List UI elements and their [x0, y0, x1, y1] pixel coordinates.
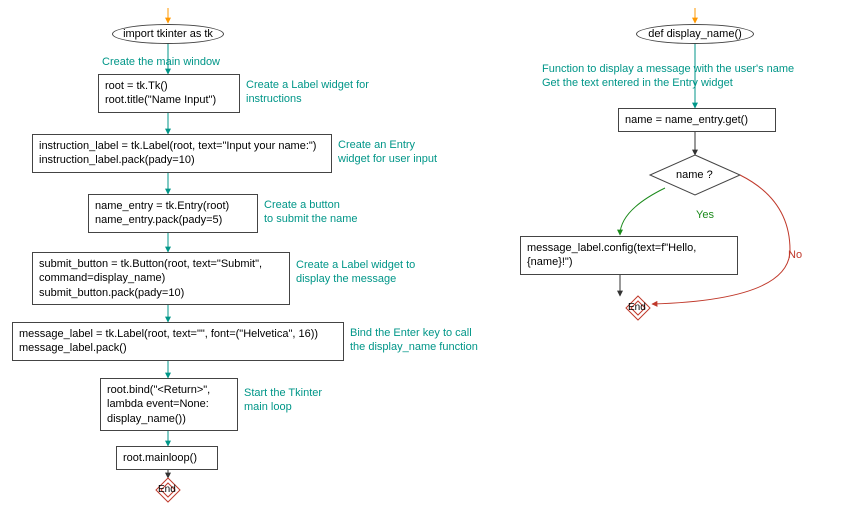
annotation-entry-widget: Create an Entry widget for user input	[338, 138, 437, 167]
annotation-label-widget: Create a Label widget for instructions	[246, 78, 369, 107]
node-root-create: root = tk.Tk() root.title("Name Input")	[98, 74, 240, 113]
node-mainloop-text: root.mainloop()	[123, 452, 197, 464]
node-root-create-text: root = tk.Tk() root.title("Name Input")	[105, 80, 216, 106]
node-name-entry-text: name_entry = tk.Entry(root) name_entry.p…	[95, 200, 229, 226]
node-instruction-label-text: instruction_label = tk.Label(root, text=…	[39, 140, 316, 166]
node-get-name-text: name = name_entry.get()	[625, 114, 748, 126]
start-right-text: def display_name()	[648, 27, 742, 41]
annotation-message-label: Create a Label widget to display the mes…	[296, 258, 415, 287]
start-node-left: import tkinter as tk	[112, 24, 224, 44]
annotation-function-desc: Function to display a message with the u…	[542, 62, 794, 91]
start-node-right: def display_name()	[636, 24, 754, 44]
node-config-text: message_label.config(text=f"Hello, {name…	[520, 236, 738, 275]
annotation-main-window: Create the main window	[102, 55, 220, 69]
node-name-entry: name_entry = tk.Entry(root) name_entry.p…	[88, 194, 258, 233]
no-label: No	[788, 248, 802, 262]
node-submit-button: submit_button = tk.Button(root, text="Su…	[32, 252, 290, 305]
end-label-right: End	[628, 302, 646, 313]
node-message-label: message_label = tk.Label(root, text="", …	[12, 322, 344, 361]
node-submit-button-text: submit_button = tk.Button(root, text="Su…	[39, 258, 262, 299]
node-message-label-text: message_label = tk.Label(root, text="", …	[19, 328, 318, 354]
decision-label: name ?	[676, 169, 713, 181]
yes-label: Yes	[696, 208, 714, 222]
node-bind-text: root.bind("<Return>", lambda event=None:…	[107, 384, 210, 425]
node-mainloop: root.mainloop()	[116, 446, 218, 470]
node-config-text-text: message_label.config(text=f"Hello, {name…	[527, 242, 696, 268]
node-instruction-label: instruction_label = tk.Label(root, text=…	[32, 134, 332, 173]
node-bind: root.bind("<Return>", lambda event=None:…	[100, 378, 238, 431]
end-label-left: End	[158, 484, 176, 495]
annotation-mainloop: Start the Tkinter main loop	[244, 386, 322, 415]
annotation-button: Create a button to submit the name	[264, 198, 358, 227]
start-left-text: import tkinter as tk	[123, 27, 213, 41]
node-get-name: name = name_entry.get()	[618, 108, 776, 132]
annotation-bind-enter: Bind the Enter key to call the display_n…	[350, 326, 478, 355]
